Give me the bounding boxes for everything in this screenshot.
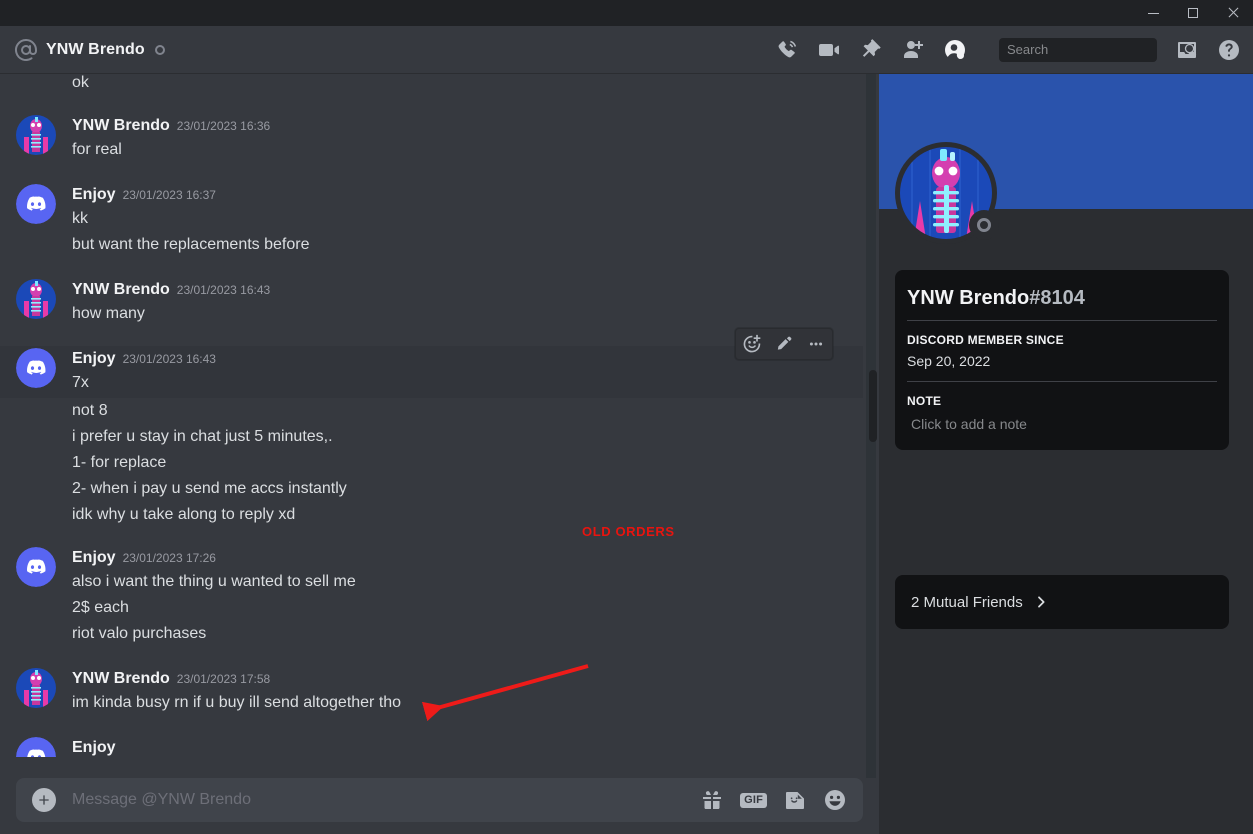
- message-line: 7x: [72, 374, 89, 391]
- message-line: 2$ each: [72, 599, 129, 616]
- message-line: 1- for replace: [72, 454, 167, 471]
- message-scrollbar[interactable]: [863, 74, 879, 778]
- title-bar: [0, 0, 1253, 26]
- search-input[interactable]: [1007, 42, 1183, 57]
- divider: [907, 320, 1217, 321]
- message-line: for real: [72, 141, 122, 158]
- discord-window: YNW Brendo Search ok YNW Brendo 23/01/20…: [0, 0, 1253, 834]
- message-group: Enjoy 23/01/2023 16:43 7x: [0, 328, 863, 398]
- user-profile-panel: YNW Brendo#8104 DISCORD MEMBER SINCE Sep…: [879, 74, 1253, 834]
- message-line: how many: [72, 305, 145, 322]
- message-timestamp: 23/01/2023 17:58: [176, 672, 271, 686]
- profile-discriminator: #8104: [1029, 287, 1085, 309]
- message-line: i prefer u stay in chat just 5 minutes,.: [72, 428, 333, 445]
- message-line: im kinda busy rn if u buy ill send altog…: [72, 694, 402, 711]
- message-group: Enjoy 23/01/2023 16:37 kk but want the r…: [0, 182, 863, 260]
- message-line: 2- when i pay u send me accs instantly: [72, 480, 347, 497]
- note-label: NOTE: [907, 394, 942, 408]
- pinned-messages-icon[interactable]: [859, 38, 883, 62]
- avatar[interactable]: [16, 737, 56, 757]
- close-button[interactable]: [1213, 0, 1253, 26]
- message-author[interactable]: YNW Brendo: [72, 279, 170, 301]
- status-badge: [969, 210, 999, 240]
- inbox-icon[interactable]: [1175, 38, 1199, 62]
- add-friends-to-dm-icon[interactable]: [901, 38, 925, 62]
- message-timestamp: 23/01/2023 16:37: [122, 188, 216, 202]
- avatar[interactable]: [16, 184, 56, 224]
- member-since-value: Sep 20, 2022: [907, 353, 991, 369]
- message-author[interactable]: YNW Brendo: [72, 115, 170, 137]
- start-voice-call-icon[interactable]: [775, 38, 799, 62]
- sticker-icon[interactable]: [783, 788, 807, 812]
- hide-user-profile-icon[interactable]: [943, 38, 967, 62]
- message-line: also i want the thing u wanted to sell m…: [72, 573, 356, 590]
- add-reaction-icon[interactable]: [736, 329, 768, 359]
- mutual-friends-button[interactable]: 2 Mutual Friends: [895, 575, 1229, 629]
- avatar[interactable]: [16, 668, 56, 708]
- page-title: YNW Brendo: [46, 40, 145, 58]
- message-hover-toolbar: [735, 328, 833, 360]
- member-since-section: DISCORD MEMBER SINCE Sep 20, 2022: [907, 333, 1217, 381]
- scrollbar-thumb[interactable]: [869, 370, 877, 442]
- help-icon[interactable]: [1217, 38, 1241, 62]
- profile-avatar-wrapper: [895, 142, 999, 244]
- message-line: not 8: [72, 402, 108, 419]
- status-badge: [154, 44, 165, 55]
- profile-username-text: YNW Brendo: [907, 287, 1030, 309]
- message-input[interactable]: [72, 791, 701, 809]
- composer-icons: GIF: [700, 788, 847, 812]
- note-section: NOTE Click to add a note: [907, 394, 1217, 434]
- chevron-right-icon: [1037, 596, 1045, 608]
- message-line: but want the replacements before: [72, 236, 310, 253]
- note-input[interactable]: Click to add a note: [907, 414, 1217, 434]
- at-icon: [15, 38, 37, 61]
- message-timestamp: 23/01/2023 16:36: [176, 119, 271, 133]
- message-group-partial: Enjoy: [0, 735, 863, 757]
- message-line: idk why u take along to reply xd: [72, 506, 296, 523]
- composer-area: GIF: [0, 778, 879, 834]
- message-author[interactable]: Enjoy: [72, 348, 116, 370]
- emoji-icon[interactable]: [823, 788, 847, 812]
- message-list: ok YNW Brendo 23/01/2023 16:36 for real …: [0, 74, 879, 778]
- edit-message-icon[interactable]: [768, 329, 800, 359]
- search-box[interactable]: [999, 37, 1197, 62]
- more-options-icon[interactable]: [800, 329, 832, 359]
- message-line: riot valo purchases: [72, 625, 207, 642]
- message-group: YNW Brendo 23/01/2023 17:58 im kinda bus…: [0, 666, 863, 718]
- channel-header: YNW Brendo: [0, 26, 1253, 74]
- header-actions: [775, 37, 1241, 62]
- message-author[interactable]: Enjoy: [72, 737, 116, 757]
- profile-info-card: YNW Brendo#8104 DISCORD MEMBER SINCE Sep…: [895, 270, 1229, 450]
- message-group: YNW Brendo 23/01/2023 16:43 how many: [0, 277, 863, 329]
- message-author[interactable]: Enjoy: [72, 547, 116, 569]
- member-since-label: DISCORD MEMBER SINCE: [907, 333, 1064, 347]
- message-author[interactable]: Enjoy: [72, 184, 116, 206]
- message-author[interactable]: YNW Brendo: [72, 668, 170, 690]
- avatar[interactable]: [16, 279, 56, 319]
- message-composer[interactable]: GIF: [16, 778, 863, 822]
- gift-icon[interactable]: [700, 788, 724, 812]
- minimize-button[interactable]: [1133, 0, 1173, 26]
- message-timestamp: 23/01/2023 17:26: [122, 551, 216, 565]
- maximize-button[interactable]: [1173, 0, 1213, 26]
- profile-username: YNW Brendo#8104: [907, 282, 1217, 320]
- message-timestamp: 23/01/2023 16:43: [122, 352, 216, 366]
- start-video-call-icon[interactable]: [817, 38, 841, 62]
- message-scroll-area: ok YNW Brendo 23/01/2023 16:36 for real …: [0, 74, 863, 778]
- message-group: YNW Brendo 23/01/2023 16:36 for real: [0, 113, 863, 165]
- avatar[interactable]: [16, 547, 56, 587]
- plus-icon[interactable]: [32, 788, 56, 812]
- message-timestamp: 23/01/2023 16:43: [176, 283, 271, 297]
- avatar[interactable]: [16, 348, 56, 388]
- mutual-friends-label: 2 Mutual Friends: [911, 593, 1023, 611]
- divider: [907, 381, 1217, 382]
- avatar[interactable]: [16, 115, 56, 155]
- message-line: kk: [72, 210, 88, 227]
- message-group: Enjoy 23/01/2023 17:26 also i want the t…: [0, 545, 863, 649]
- gif-icon[interactable]: GIF: [740, 792, 767, 808]
- message-line: ok: [72, 74, 89, 91]
